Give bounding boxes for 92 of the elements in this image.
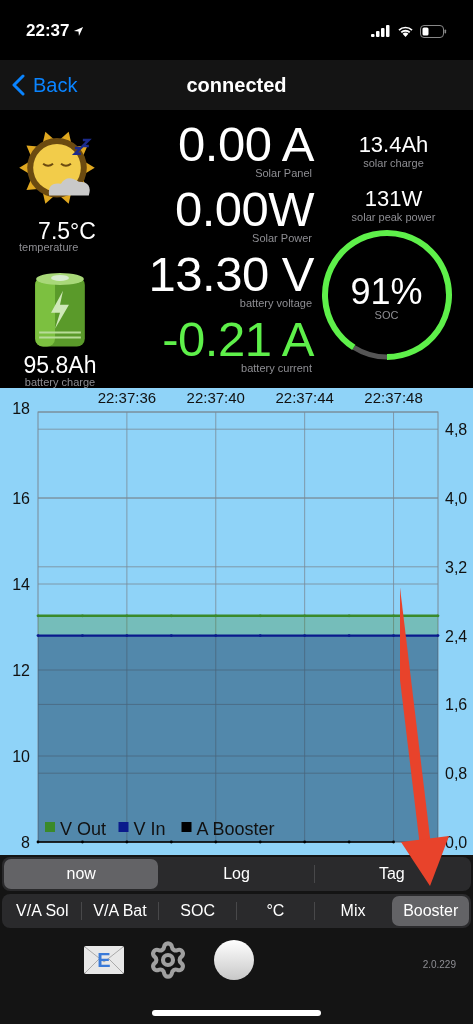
time-label: 22:37:48 <box>364 389 423 406</box>
data-point <box>169 614 173 618</box>
location-icon <box>73 25 85 37</box>
data-point <box>347 634 351 637</box>
legend-swatch <box>181 822 192 832</box>
data-point <box>392 634 395 637</box>
data-point <box>436 614 440 618</box>
data-point <box>125 634 129 637</box>
data-point <box>125 840 129 844</box>
data-point <box>258 614 262 618</box>
reading-label: Solar Power <box>252 233 312 244</box>
settings-icon <box>148 940 188 980</box>
legend-label: A Booster <box>196 819 275 839</box>
reading-value: -0.21 A <box>162 313 314 365</box>
segment-tab[interactable]: now <box>4 859 159 889</box>
temperature-label: temperature <box>19 241 79 253</box>
data-point <box>436 634 440 637</box>
reading-value: 13.30 V <box>148 248 314 300</box>
axis-label: 14 <box>12 576 30 593</box>
data-point <box>36 614 40 618</box>
reading-value: 0.00 A <box>178 118 314 170</box>
axis-label: 4,0 <box>445 490 468 507</box>
wifi-icon <box>397 25 414 37</box>
data-point <box>214 840 218 844</box>
status-time: 22:37 <box>26 20 70 43</box>
back-button[interactable]: Back <box>0 70 78 100</box>
battery-icon <box>33 270 87 348</box>
record-button[interactable] <box>214 940 254 980</box>
segment-tab[interactable]: V/A Bat <box>81 896 159 926</box>
segment-tab[interactable]: Tag <box>314 859 469 889</box>
temperature-value: 7.5°C <box>38 219 96 243</box>
time-label: 22:37:40 <box>186 389 245 406</box>
legend-label: V In <box>133 819 166 839</box>
axis-label: 2,4 <box>445 627 468 645</box>
data-point <box>347 614 351 618</box>
reading-value: 0.00W <box>174 183 314 235</box>
segment-tab[interactable]: Mix <box>314 896 392 926</box>
reading-label: Solar Panel <box>255 168 312 179</box>
legend-label: V Out <box>60 819 107 839</box>
data-point <box>303 614 307 618</box>
data-point <box>169 634 173 637</box>
data-point <box>214 614 218 618</box>
data-point <box>125 614 129 618</box>
chevron-left-icon <box>12 74 25 96</box>
segment-tab[interactable]: V/A Sol <box>4 896 81 926</box>
data-point <box>258 634 262 637</box>
axis-label: 8 <box>21 834 30 851</box>
data-point <box>392 614 395 618</box>
battery-charge-value: 95.8Ah <box>23 354 97 377</box>
data-point <box>303 634 307 637</box>
battery-charge-label: battery charge <box>24 377 96 388</box>
segment-tab[interactable]: °C <box>237 896 314 926</box>
data-point <box>81 840 84 844</box>
solar-peak-label: solar peak power <box>351 212 436 223</box>
axis-label: 4,8 <box>445 421 468 439</box>
envelope-icon <box>84 946 124 974</box>
data-point <box>214 634 218 637</box>
legend-swatch <box>118 822 129 832</box>
axis-label: 0,8 <box>445 765 468 783</box>
solar-peak-value: 131W <box>364 188 423 210</box>
soc-value: 91% <box>350 273 423 310</box>
signal-icon <box>371 25 391 37</box>
reading-label: battery voltage <box>239 298 312 309</box>
battery-status-icon <box>420 24 447 38</box>
solar-charge-value: 13.4Ah <box>358 134 429 156</box>
data-point <box>81 634 84 637</box>
legend-swatch <box>45 822 55 832</box>
data-point <box>303 840 307 844</box>
axis-label: 1,6 <box>445 696 468 714</box>
soc-track <box>352 345 387 360</box>
nav-title: connected <box>186 73 287 98</box>
axis-label: 3,2 <box>445 558 468 576</box>
data-point <box>169 840 173 844</box>
data-point <box>36 840 40 844</box>
axis-label: 18 <box>12 400 30 417</box>
data-point <box>347 840 351 844</box>
axis-label: 16 <box>12 490 30 507</box>
time-label: 22:37:36 <box>97 389 157 406</box>
data-point <box>258 840 262 844</box>
axis-label: 10 <box>12 748 30 765</box>
axis-label: 12 <box>12 662 30 679</box>
time-label: 22:37:44 <box>275 389 334 406</box>
settings-button[interactable] <box>148 940 188 980</box>
segment-tab[interactable]: SOC <box>159 896 236 926</box>
data-point <box>36 634 40 637</box>
reading-label: battery current <box>241 363 312 374</box>
data-point <box>392 840 395 844</box>
version-label: 2.0.229 <box>422 958 456 972</box>
soc-label: SOC <box>374 309 399 321</box>
solar-charge-label: solar charge <box>363 158 424 169</box>
segment-tab[interactable]: Log <box>159 859 314 889</box>
segment-tab[interactable]: Booster <box>392 896 470 926</box>
